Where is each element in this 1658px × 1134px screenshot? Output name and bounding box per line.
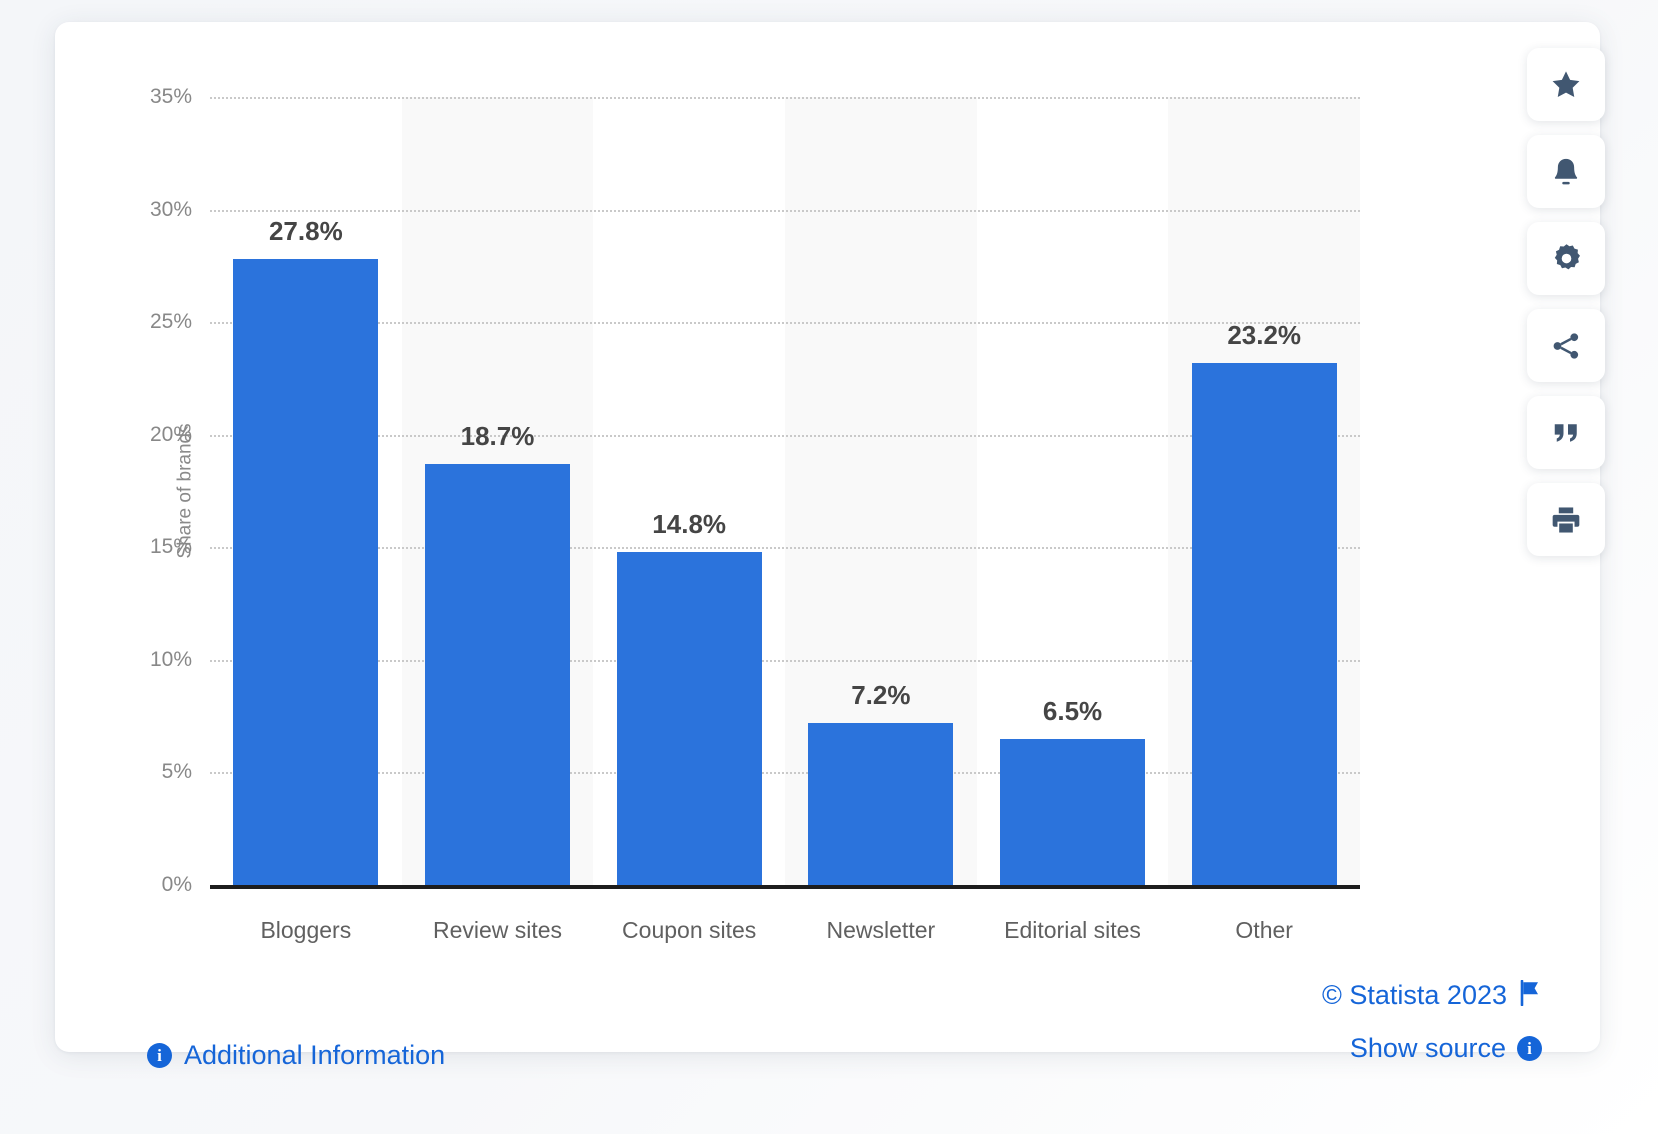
favorite-button[interactable] bbox=[1527, 48, 1605, 121]
additional-information-link[interactable]: i Additional Information bbox=[147, 1040, 445, 1071]
copyright-label: © Statista 2023 bbox=[1321, 980, 1507, 1010]
bar-value-label: 6.5% bbox=[1042, 695, 1103, 726]
bar-slot: 23.2% bbox=[1168, 97, 1360, 885]
plot-area: 0% 5% 10% 15% 20% 25% 30% 35% 27.8% 18.7% 14.8% 7.… bbox=[150, 85, 1361, 896]
copyright-row[interactable]: © Statista 2023 bbox=[1321, 979, 1542, 1011]
bar-value-label: 18.7% bbox=[460, 420, 535, 451]
gear-icon bbox=[1550, 242, 1583, 275]
bar[interactable] bbox=[233, 259, 379, 885]
y-axis-tick-label: 10% bbox=[149, 647, 192, 671]
footer-right: © Statista 2023 Show source i bbox=[1321, 979, 1542, 1064]
info-icon: i bbox=[1517, 1036, 1542, 1061]
bar-slot: 14.8% bbox=[593, 97, 785, 885]
y-axis-tick-label: 15% bbox=[149, 535, 192, 559]
settings-button[interactable] bbox=[1527, 222, 1605, 295]
y-axis-tick-label: 20% bbox=[149, 422, 192, 446]
alert-button[interactable] bbox=[1527, 135, 1605, 208]
x-axis-category-label: Editorial sites bbox=[1004, 917, 1141, 943]
x-axis-labels: Bloggers Review sites Coupon sites Newslett… bbox=[210, 897, 1360, 944]
print-button[interactable] bbox=[1527, 483, 1605, 556]
show-source-label: Show source bbox=[1349, 1033, 1506, 1063]
statistic-page: Share of brands 0% 5% 10% 15% 20% 25% 30% 35% 2… bbox=[0, 0, 1658, 1134]
bar[interactable] bbox=[1191, 362, 1337, 885]
bar[interactable] bbox=[616, 551, 762, 885]
y-axis-tick-label: 25% bbox=[149, 310, 192, 334]
quote-icon bbox=[1551, 420, 1581, 446]
printer-icon bbox=[1550, 504, 1582, 536]
bar[interactable] bbox=[808, 722, 954, 885]
x-axis-line bbox=[210, 885, 1360, 889]
bar-slot: 6.5% bbox=[977, 97, 1169, 885]
bar[interactable] bbox=[425, 463, 570, 885]
cite-button[interactable] bbox=[1527, 396, 1605, 469]
y-axis-tick-label: 30% bbox=[149, 197, 192, 221]
bar-value-label: 14.8% bbox=[652, 508, 727, 539]
bar-value-label: 23.2% bbox=[1227, 319, 1302, 350]
bar-series: 27.8% 18.7% 14.8% 7.2% 6.5% 23.2% bbox=[210, 97, 1360, 885]
share-icon bbox=[1550, 330, 1582, 362]
bar-value-label: 27.8% bbox=[268, 216, 343, 247]
x-axis-category-label: Newsletter bbox=[826, 917, 936, 943]
star-icon bbox=[1549, 68, 1583, 102]
bar-slot: 7.2% bbox=[785, 97, 977, 885]
y-axis-tick-label: 35% bbox=[149, 85, 192, 108]
flag-icon[interactable] bbox=[1518, 979, 1542, 1011]
x-axis-category-label: Review sites bbox=[432, 917, 563, 943]
additional-information-label: Additional Information bbox=[184, 1040, 446, 1070]
y-axis-tick-label: 0% bbox=[161, 873, 192, 896]
x-axis-category-label: Bloggers bbox=[260, 917, 352, 943]
bar-slot: 18.7% bbox=[402, 97, 594, 885]
action-toolbar bbox=[1527, 48, 1605, 556]
chart-card: Share of brands 0% 5% 10% 15% 20% 25% 30% 35% 2… bbox=[55, 22, 1600, 1070]
bar-slot: 27.8% bbox=[210, 97, 402, 885]
bell-icon bbox=[1550, 155, 1582, 189]
bar-chart: Share of brands 0% 5% 10% 15% 20% 25% 30% 35% 2… bbox=[55, 22, 1600, 1052]
y-axis-tick-label: 5% bbox=[161, 760, 192, 784]
info-icon: i bbox=[147, 1043, 172, 1068]
share-button[interactable] bbox=[1527, 309, 1605, 382]
show-source-link[interactable]: Show source i bbox=[1350, 1033, 1542, 1064]
bar-value-label: 7.2% bbox=[851, 679, 911, 710]
x-axis-category-label: Other bbox=[1235, 917, 1293, 943]
bar[interactable] bbox=[1000, 738, 1146, 885]
x-axis-category-label: Coupon sites bbox=[622, 917, 757, 943]
